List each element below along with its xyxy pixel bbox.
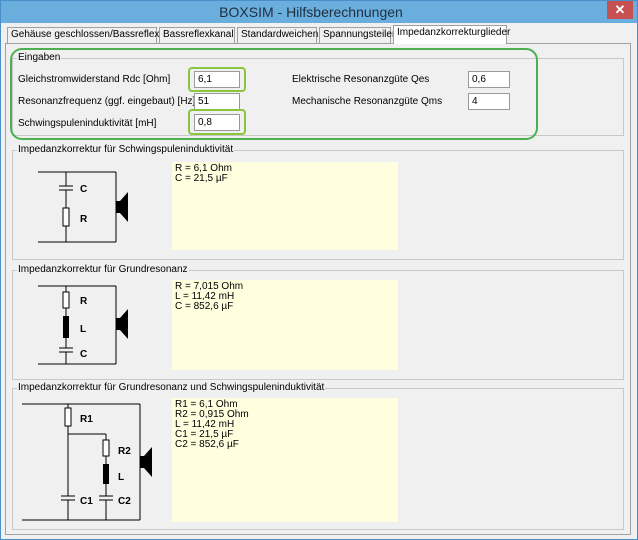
section2-results: R = 7,015 Ohm L = 11,42 mH C = 852,6 µF bbox=[172, 280, 398, 370]
tab-impedanzkorrekturglieder[interactable]: Impedanzkorrekturglieder bbox=[393, 25, 510, 44]
section1-schematic: C R bbox=[38, 171, 128, 243]
tab-panel: Eingaben Gleichstromwiderstand Rdc [Ohm]… bbox=[5, 43, 631, 535]
section3-r1-label: R1 bbox=[80, 414, 93, 425]
section3-results: R1 = 6,1 Ohm R2 = 0,915 Ohm L = 11,42 mH… bbox=[172, 398, 398, 522]
tab-bassreflexkanal[interactable]: Bassreflexkanal bbox=[159, 27, 235, 43]
section1-title: Impedanzkorrektur für Schwingspuleninduk… bbox=[17, 144, 235, 155]
section3-result-c2: C2 = 852,6 µF bbox=[175, 439, 239, 450]
close-button[interactable]: ✕ bbox=[607, 1, 633, 19]
fs-input[interactable] bbox=[194, 93, 240, 110]
title-bar[interactable]: BOXSIM - Hilfsberechnungen ✕ bbox=[1, 1, 637, 23]
tab-spannungsteiler[interactable]: Spannungsteiler bbox=[319, 27, 395, 43]
app-window: BOXSIM - Hilfsberechnungen ✕ Gehäuse ges… bbox=[0, 0, 638, 540]
tab-standardweichen[interactable]: Standardweichen bbox=[237, 27, 318, 43]
le-label: Schwingspuleninduktivität [mH] bbox=[18, 118, 157, 129]
rdc-input[interactable] bbox=[194, 71, 240, 88]
section2-c-label: C bbox=[80, 349, 87, 360]
section3-l-label: L bbox=[118, 472, 124, 483]
section2-schematic: R L C bbox=[38, 285, 128, 365]
le-input[interactable] bbox=[194, 114, 240, 131]
section1-result-c: C = 21,5 µF bbox=[175, 173, 228, 184]
tab-gehaeuse[interactable]: Gehäuse geschlossen/Bassreflex bbox=[7, 27, 159, 43]
window-title: BOXSIM - Hilfsberechnungen bbox=[219, 4, 403, 20]
section3-schematic: R1 R2 L C1 C2 bbox=[22, 403, 152, 521]
section2-l-label: L bbox=[80, 324, 86, 335]
section2-title: Impedanzkorrektur für Grundresonanz bbox=[17, 264, 189, 275]
qms-label: Mechanische Resonanzgüte Qms bbox=[292, 96, 443, 107]
qes-input[interactable] bbox=[468, 71, 510, 88]
qes-label: Elektrische Resonanzgüte Qes bbox=[292, 74, 430, 85]
section1-results: R = 6,1 Ohm C = 21,5 µF bbox=[172, 162, 398, 250]
section3-title: Impedanzkorrektur für Grundresonanz und … bbox=[17, 382, 326, 393]
section3-c2-label: C2 bbox=[118, 496, 131, 507]
fs-label: Resonanzfrequenz (ggf. eingebaut) [Hz] bbox=[18, 96, 196, 107]
section1-r-label: R bbox=[80, 214, 88, 225]
section3-c1-label: C1 bbox=[80, 496, 93, 507]
section3-r2-label: R2 bbox=[118, 446, 131, 457]
qms-input[interactable] bbox=[468, 93, 510, 110]
rdc-label: Gleichstromwiderstand Rdc [Ohm] bbox=[18, 74, 171, 85]
section2-r-label: R bbox=[80, 296, 88, 307]
section1-c-label: C bbox=[80, 184, 87, 195]
section2-result-c: C = 852,6 µF bbox=[175, 301, 234, 312]
